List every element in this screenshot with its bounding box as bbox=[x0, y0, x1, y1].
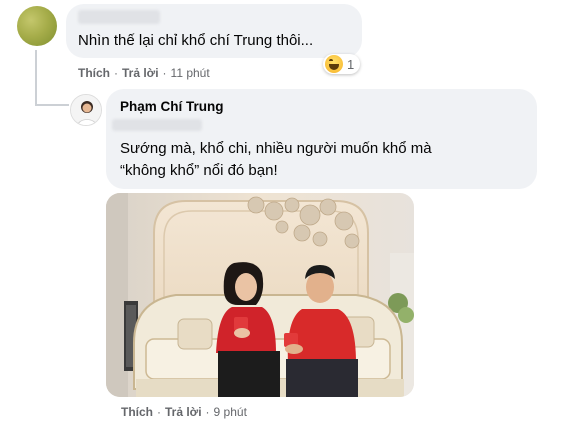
comment-text: Nhìn thế lại chỉ khổ chí Trung thôi... bbox=[78, 32, 314, 49]
attached-photo[interactable] bbox=[106, 193, 414, 397]
separator-dot: · bbox=[205, 405, 210, 419]
separator-dot: · bbox=[114, 66, 118, 80]
haha-emoji-icon bbox=[325, 55, 343, 73]
reaction-summary[interactable]: 1 bbox=[323, 54, 361, 74]
comment-actions-2: Thích · Trả lời · 9 phút bbox=[121, 405, 247, 419]
comment-bubble-2: Phạm Chí Trung Sướng mà, khổ chi, nhiều … bbox=[106, 89, 537, 189]
reply-button[interactable]: Trả lời bbox=[165, 405, 202, 419]
like-button[interactable]: Thích bbox=[121, 405, 153, 419]
thread-line-vertical bbox=[35, 50, 37, 106]
commenter-avatar[interactable] bbox=[17, 6, 57, 46]
comment-bubble-1: Nhìn thế lại chỉ khổ chí Trung thôi... bbox=[66, 4, 362, 58]
like-button[interactable]: Thích bbox=[78, 66, 110, 80]
comment-text-line-2: “không khổ” nổi đó bạn! bbox=[120, 162, 278, 179]
separator-dot: · bbox=[162, 66, 167, 80]
timestamp[interactable]: 9 phút bbox=[214, 405, 247, 419]
blurred-mention bbox=[112, 119, 202, 131]
timestamp[interactable]: 11 phút bbox=[171, 66, 210, 80]
reply-button[interactable]: Trả lời bbox=[122, 66, 159, 80]
photo-image bbox=[106, 193, 414, 397]
reaction-count: 1 bbox=[347, 56, 355, 72]
comment-text-line-1: Sướng mà, khổ chi, nhiều người muốn khổ … bbox=[120, 140, 432, 157]
author-name[interactable]: Phạm Chí Trung bbox=[120, 99, 224, 114]
separator-dot: · bbox=[157, 405, 161, 419]
person-avatar-icon bbox=[71, 95, 101, 125]
comment-actions-1: Thích · Trả lời · 11 phút bbox=[78, 66, 210, 80]
thread-line-horizontal bbox=[35, 104, 69, 106]
blurred-author-name bbox=[78, 10, 160, 24]
author-avatar[interactable] bbox=[70, 94, 102, 126]
